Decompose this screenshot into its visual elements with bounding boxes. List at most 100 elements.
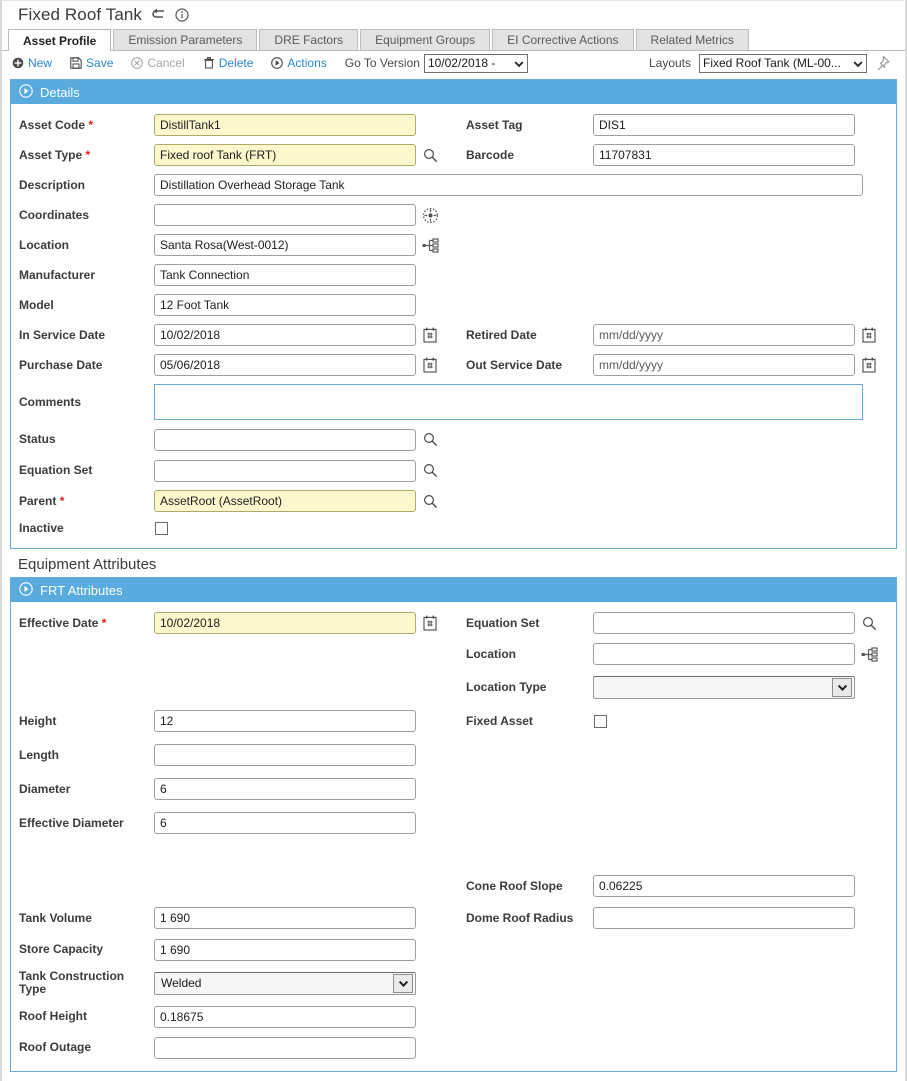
frt-effective-date-label: Effective Date * [19,615,107,630]
frt-length-input[interactable] [154,744,416,766]
actions-button[interactable]: Actions [271,56,327,70]
expand-collapse-icon[interactable] [19,581,33,599]
parent-input[interactable]: AssetRoot (AssetRoot) [154,490,416,512]
tab-dre-factors[interactable]: DRE Factors [259,29,359,50]
barcode-field-group: Barcode 11707831 [458,144,896,166]
equation-set-input[interactable] [154,459,416,482]
frt-store-capacity-input[interactable]: 1 690 [154,938,416,961]
inactive-field-group: Inactive [11,520,461,535]
frt-equation-set-input[interactable] [593,612,855,634]
model-input[interactable]: 12 Foot Tank [154,294,416,316]
frt-roof-outage-label: Roof Outage [19,1040,91,1054]
frt-equation-set-lookup-button[interactable] [855,616,883,631]
frt-effective-date-field-group: Effective Date * 10/02/2018 [11,612,458,634]
frt-attributes-panel-header[interactable]: FRT Attributes [11,578,896,602]
frt-tank-construction-type-select[interactable]: Welded [154,971,416,995]
in-service-date-label: In Service Date [19,327,106,342]
tab-strip: Asset Profile Emission Parameters DRE Fa… [2,29,905,51]
description-field-group: Description Distillation Overhead Storag… [11,174,863,196]
manufacturer-input[interactable]: Tank Connection [154,264,416,286]
barcode-input[interactable]: 11707831 [593,144,855,166]
frt-tank-volume-input[interactable]: 1 690 [154,907,416,929]
location-tree-icon[interactable] [416,237,444,253]
chevron-down-icon [853,58,863,68]
inactive-label: Inactive [19,520,64,535]
frt-roof-height-label: Roof Height [19,1009,87,1023]
tab-asset-profile[interactable]: Asset Profile [8,29,112,51]
asset-type-input[interactable]: Fixed roof Tank (FRT) [154,144,416,166]
frt-cone-roof-slope-input[interactable]: 0.06225 [593,875,855,897]
layout-select[interactable]: Fixed Roof Tank (ML-00... [699,53,867,73]
form-row: Description Distillation Overhead Storag… [11,170,896,200]
coordinates-target-icon[interactable] [416,207,444,224]
retired-date-input[interactable]: mm/dd/yyyy [593,324,855,346]
equation-set-lookup-button[interactable] [416,463,444,478]
description-input[interactable]: Distillation Overhead Storage Tank [154,174,863,196]
coordinates-input[interactable] [154,204,416,226]
description-label: Description [19,177,86,192]
frt-height-input[interactable]: 12 [154,710,416,732]
location-input[interactable]: Santa Rosa(West-0012) [154,234,416,256]
purchase-date-input[interactable]: 05/06/2018 [154,354,416,376]
parent-lookup-button[interactable] [416,494,444,509]
form-row: Comments [11,380,896,424]
status-input[interactable] [154,428,416,451]
form-row: Inactive [11,516,896,540]
tab-related-metrics[interactable]: Related Metrics [635,29,749,50]
comments-field-group: Comments [11,384,863,420]
in-service-date-input[interactable]: 10/02/2018 [154,324,416,346]
comments-textarea[interactable] [154,384,863,420]
save-button[interactable]: Save [70,56,113,70]
new-button[interactable]: New [12,56,52,70]
calendar-icon[interactable] [416,357,444,373]
form-row: Store Capacity 1 690 [11,934,896,965]
tab-ei-corrective-actions[interactable]: EI Corrective Actions [492,29,634,50]
details-panel-body: Asset Code * DistillTank1 Asset Tag DIS1… [11,104,896,548]
calendar-icon[interactable] [416,615,444,631]
frt-tank-construction-type-field-group: Tank Construction Type Welded [11,970,461,996]
back-arrow-icon[interactable] [151,8,166,22]
form-row: Length [11,738,896,772]
form-row: Asset Code * DistillTank1 Asset Tag DIS1 [11,110,896,140]
frt-effective-diameter-input[interactable]: 6 [154,812,416,834]
tab-emission-parameters[interactable]: Emission Parameters [113,29,258,50]
details-panel-title: Details [40,84,80,100]
out-service-date-input[interactable]: mm/dd/yyyy [593,354,855,376]
inactive-checkbox[interactable] [155,521,168,535]
pin-icon[interactable] [867,55,897,72]
details-panel: Details Asset Code * DistillTank1 Asset … [10,79,897,549]
frt-dome-roof-radius-input[interactable] [593,907,855,929]
frt-location-type-select[interactable] [593,675,855,699]
delete-label: Delete [218,56,254,70]
frt-location-tree-icon[interactable] [855,646,883,662]
info-circle-icon[interactable] [175,8,189,22]
version-select[interactable]: 10/02/2018 - [423,53,528,73]
asset-type-lookup-button[interactable] [416,148,444,163]
status-lookup-button[interactable] [416,432,444,447]
frt-equation-set-label: Equation Set [466,615,540,630]
comments-label: Comments [19,394,82,409]
cancel-button[interactable]: Cancel [131,56,185,70]
frt-location-input[interactable] [593,643,855,665]
equation-set-label: Equation Set [19,463,93,477]
frt-diameter-input[interactable]: 6 [154,778,416,800]
floppy-disk-icon [70,57,82,69]
frt-roof-outage-input[interactable] [154,1036,416,1059]
calendar-icon[interactable] [416,327,444,343]
delete-button[interactable]: Delete [203,56,254,70]
chevron-down-icon [514,58,524,68]
frt-length-field-group: Length [11,744,461,766]
expand-collapse-icon[interactable] [19,83,33,101]
calendar-icon[interactable] [855,357,883,373]
asset-tag-input[interactable]: DIS1 [593,114,855,136]
tab-equipment-groups[interactable]: Equipment Groups [360,29,491,50]
form-row: Location Santa Rosa(West-0012) [11,230,896,260]
frt-effective-date-input[interactable]: 10/02/2018 [154,612,416,634]
frt-fixed-asset-checkbox[interactable] [594,714,607,728]
asset-code-input[interactable]: DistillTank1 [154,114,416,136]
asset-tag-field-group: Asset Tag DIS1 [458,114,896,136]
calendar-icon[interactable] [855,327,883,343]
parent-field-group: Parent * AssetRoot (AssetRoot) [11,490,461,512]
details-panel-header[interactable]: Details [11,80,896,104]
frt-roof-height-input[interactable]: 0.18675 [154,1005,416,1028]
